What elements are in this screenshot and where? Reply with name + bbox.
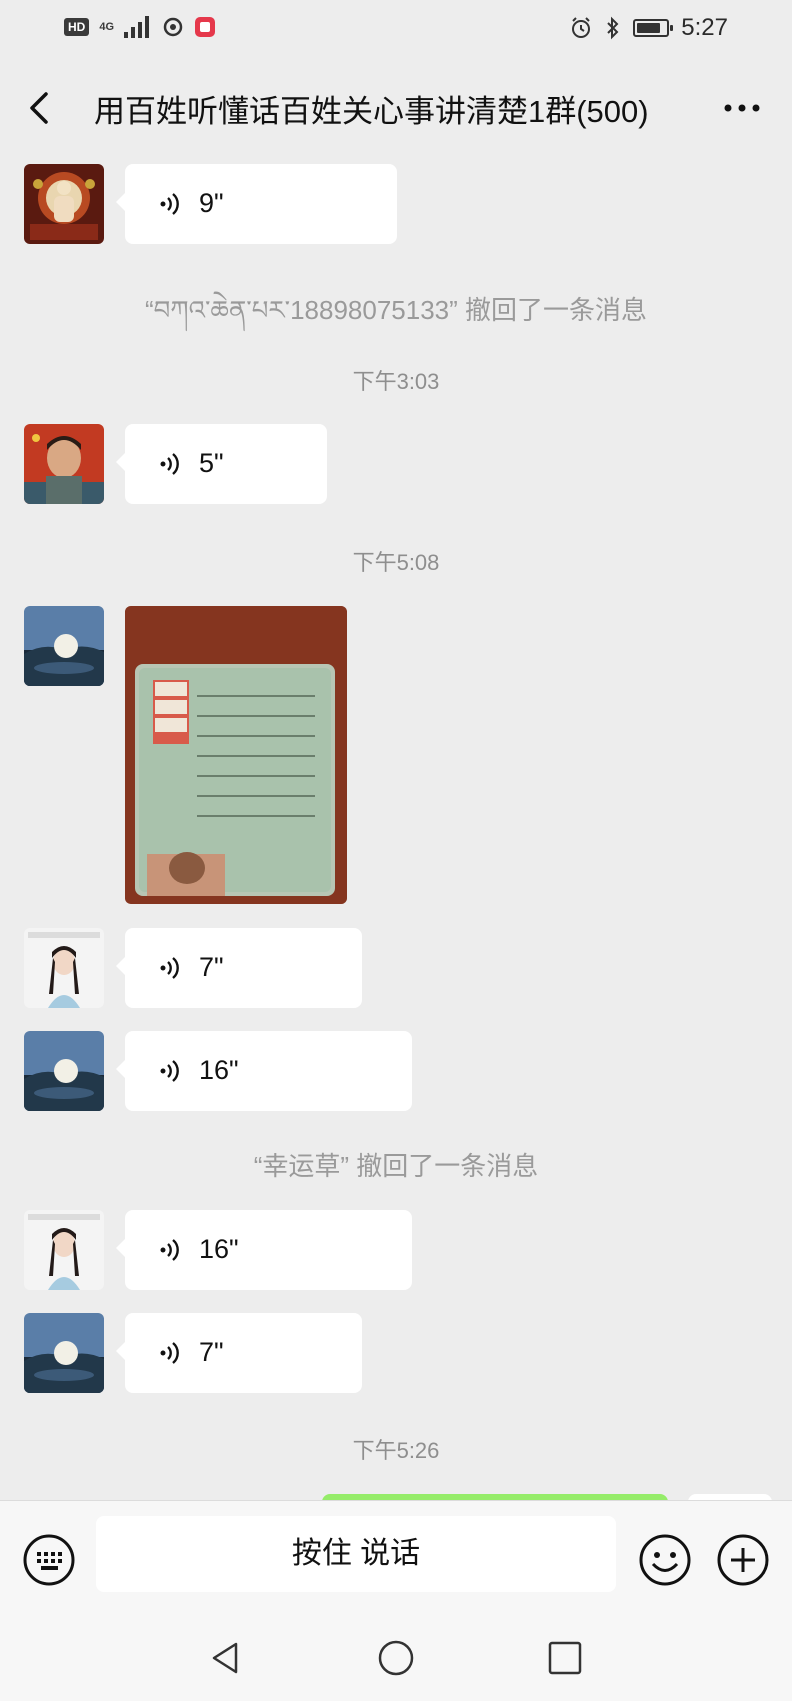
voice-duration: 16" <box>199 1055 239 1085</box>
voice-duration: 9" <box>199 188 224 218</box>
keyboard-icon <box>23 1534 75 1586</box>
avatar-girl-image <box>24 928 104 1008</box>
message-row: 9" <box>24 164 404 244</box>
voice-duration: 5" <box>199 448 224 478</box>
avatar-buddha-image <box>24 164 104 244</box>
message-row: 16" <box>24 1210 419 1290</box>
hd-badge: HD <box>64 18 90 36</box>
voice-wave-icon <box>160 1060 179 1082</box>
voice-message-bubble[interactable]: 7" <box>116 1313 362 1393</box>
voice-duration: 16" <box>199 1234 239 1264</box>
recall-notice: “བཀའ་ཆེན་པར་18898075133” 撤回了一条消息 <box>144 295 648 325</box>
plus-icon <box>717 1534 769 1586</box>
time-divider: 下午3:03 <box>352 369 440 394</box>
network-label: 4G <box>99 20 115 33</box>
nav-home-icon <box>378 1640 414 1676</box>
bluetooth-icon <box>607 16 619 40</box>
status-time: 5:27 <box>681 14 728 41</box>
more-button[interactable] <box>720 90 764 126</box>
voice-wave-icon <box>160 193 179 215</box>
battery-icon <box>633 19 674 37</box>
nav-back-icon <box>212 1642 238 1674</box>
battery-fill <box>637 23 661 33</box>
signal-icon <box>124 16 150 38</box>
status-left: HD 4G <box>64 16 216 38</box>
nav-recent-icon <box>548 1641 582 1675</box>
status-right: 5:27 <box>569 14 728 42</box>
nav-recent-button[interactable] <box>545 1638 585 1678</box>
message-row: 7" <box>24 928 369 1008</box>
voice-wave-icon <box>160 1239 179 1261</box>
message-row: 7" <box>24 1313 369 1393</box>
chat-title: 用百姓听懂话百姓关心事讲清楚1群(500) <box>94 94 649 129</box>
time-divider: 下午5:08 <box>352 550 440 575</box>
time-divider: 下午5:26 <box>352 1438 440 1463</box>
avatar[interactable] <box>24 606 104 686</box>
hold-to-talk-button[interactable]: 按住 说话 <box>96 1516 616 1592</box>
avatar-portrait-image <box>24 424 104 504</box>
avatar-girl-image <box>24 1210 104 1290</box>
alarm-icon <box>572 17 591 38</box>
avatar-landscape-image <box>24 1031 104 1111</box>
nav-home-button[interactable] <box>376 1638 416 1678</box>
avatar[interactable] <box>24 1031 104 1111</box>
app-red-square-icon <box>195 17 216 37</box>
avatar[interactable] <box>24 928 104 1008</box>
avatar[interactable] <box>24 1210 104 1290</box>
recall-notice: “幸运草” 撤回了一条消息 <box>253 1151 539 1181</box>
input-bar: 按住 说话 <box>0 1500 792 1619</box>
voice-message-bubble[interactable]: 5" <box>116 424 327 504</box>
status-bar: HD 4G 5:27 <box>0 0 792 60</box>
system-navigation-bar <box>0 1618 792 1701</box>
emoji-button[interactable] <box>638 1533 692 1587</box>
voice-message-bubble[interactable]: 16" <box>116 1210 412 1290</box>
more-functions-button[interactable] <box>716 1533 770 1587</box>
message-row <box>24 606 354 904</box>
back-arrow-icon <box>30 92 48 124</box>
avatar[interactable] <box>24 424 104 504</box>
back-button[interactable] <box>20 84 60 132</box>
more-icon <box>724 104 760 112</box>
avatar-landscape-image <box>24 1313 104 1393</box>
message-row: 5" <box>24 424 334 504</box>
keyboard-toggle-button[interactable] <box>22 1533 76 1587</box>
app-swirl-icon <box>163 17 183 37</box>
voice-duration: 7" <box>199 952 224 982</box>
voice-message-bubble[interactable]: 16" <box>116 1031 412 1111</box>
voice-wave-icon <box>160 1342 179 1364</box>
avatar[interactable] <box>24 1313 104 1393</box>
voice-message-bubble[interactable]: 9" <box>116 164 397 244</box>
emoji-icon <box>639 1534 691 1586</box>
image-message[interactable] <box>125 606 347 904</box>
voice-wave-icon <box>160 453 179 475</box>
nav-back-button[interactable] <box>206 1638 246 1678</box>
avatar[interactable] <box>24 164 104 244</box>
voice-message-bubble[interactable]: 7" <box>116 928 362 1008</box>
message-row: 16" <box>24 1031 419 1111</box>
id-card-photo-image <box>125 606 347 904</box>
voice-wave-icon <box>160 957 179 979</box>
voice-duration: 7" <box>199 1337 224 1367</box>
chat-header: 用百姓听懂话百姓关心事讲清楚1群(500) <box>0 60 792 156</box>
avatar-landscape-image <box>24 606 104 686</box>
